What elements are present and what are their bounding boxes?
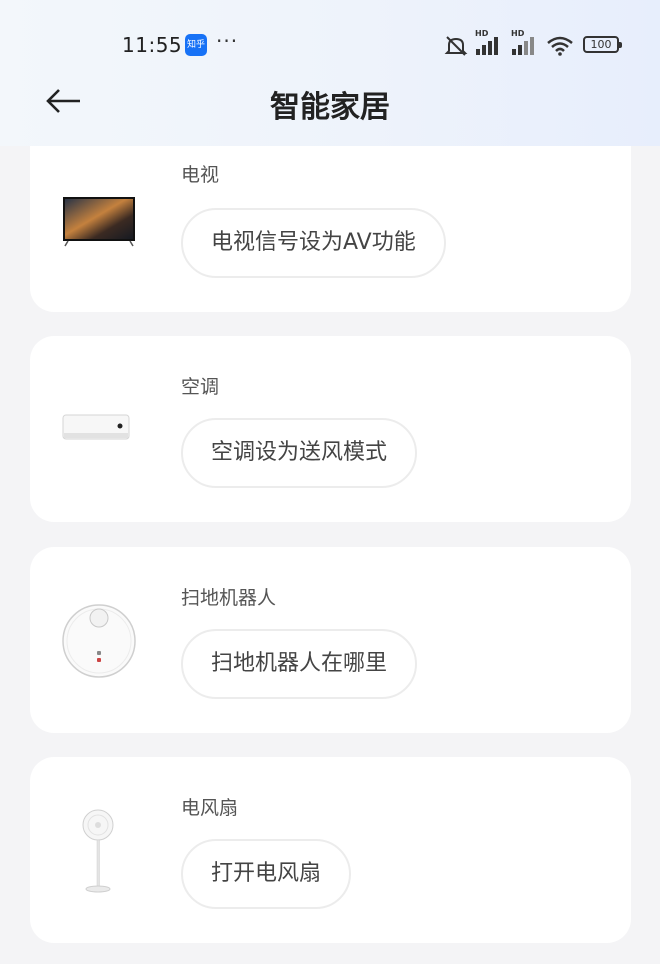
battery-indicator: 100 <box>583 36 622 53</box>
command-button-robot-vacuum[interactable]: 扫地机器人在哪里 <box>181 629 418 699</box>
more-notifications-icon: ··· <box>216 29 239 53</box>
wifi-icon <box>547 36 573 56</box>
robot-vacuum-icon <box>62 604 136 678</box>
command-button-ac[interactable]: 空调设为送风模式 <box>181 418 418 488</box>
device-card-tv: 电视 电视信号设为AV功能 <box>30 126 631 312</box>
signal-icon-2 <box>512 37 534 55</box>
device-name: 电视 <box>181 164 220 186</box>
signal-icon-1 <box>476 37 498 55</box>
status-icons: HD HD 100 <box>440 29 630 59</box>
device-card-robot-vacuum: 扫地机器人 扫地机器人在哪里 <box>30 547 631 733</box>
fan-icon <box>82 809 114 893</box>
status-bar: 11:55 知乎 ··· HD HD 100 <box>0 29 660 62</box>
status-time: 11:55 <box>122 33 183 57</box>
device-name: 空调 <box>181 376 220 398</box>
device-name: 电风扇 <box>181 797 239 819</box>
mute-bell-icon <box>444 36 468 56</box>
device-name: 扫地机器人 <box>181 587 277 609</box>
app-header: 11:55 知乎 ··· HD HD 100 智能家居 <box>0 0 660 146</box>
command-button-tv[interactable]: 电视信号设为AV功能 <box>181 208 446 278</box>
air-conditioner-icon <box>62 414 130 440</box>
command-button-fan[interactable]: 打开电风扇 <box>181 839 352 909</box>
tv-icon <box>63 197 135 247</box>
device-card-ac: 空调 空调设为送风模式 <box>30 336 631 522</box>
zhihu-notification-icon: 知乎 <box>185 34 207 56</box>
device-card-fan: 电风扇 打开电风扇 <box>30 757 631 943</box>
page-title: 智能家居 <box>270 90 390 125</box>
